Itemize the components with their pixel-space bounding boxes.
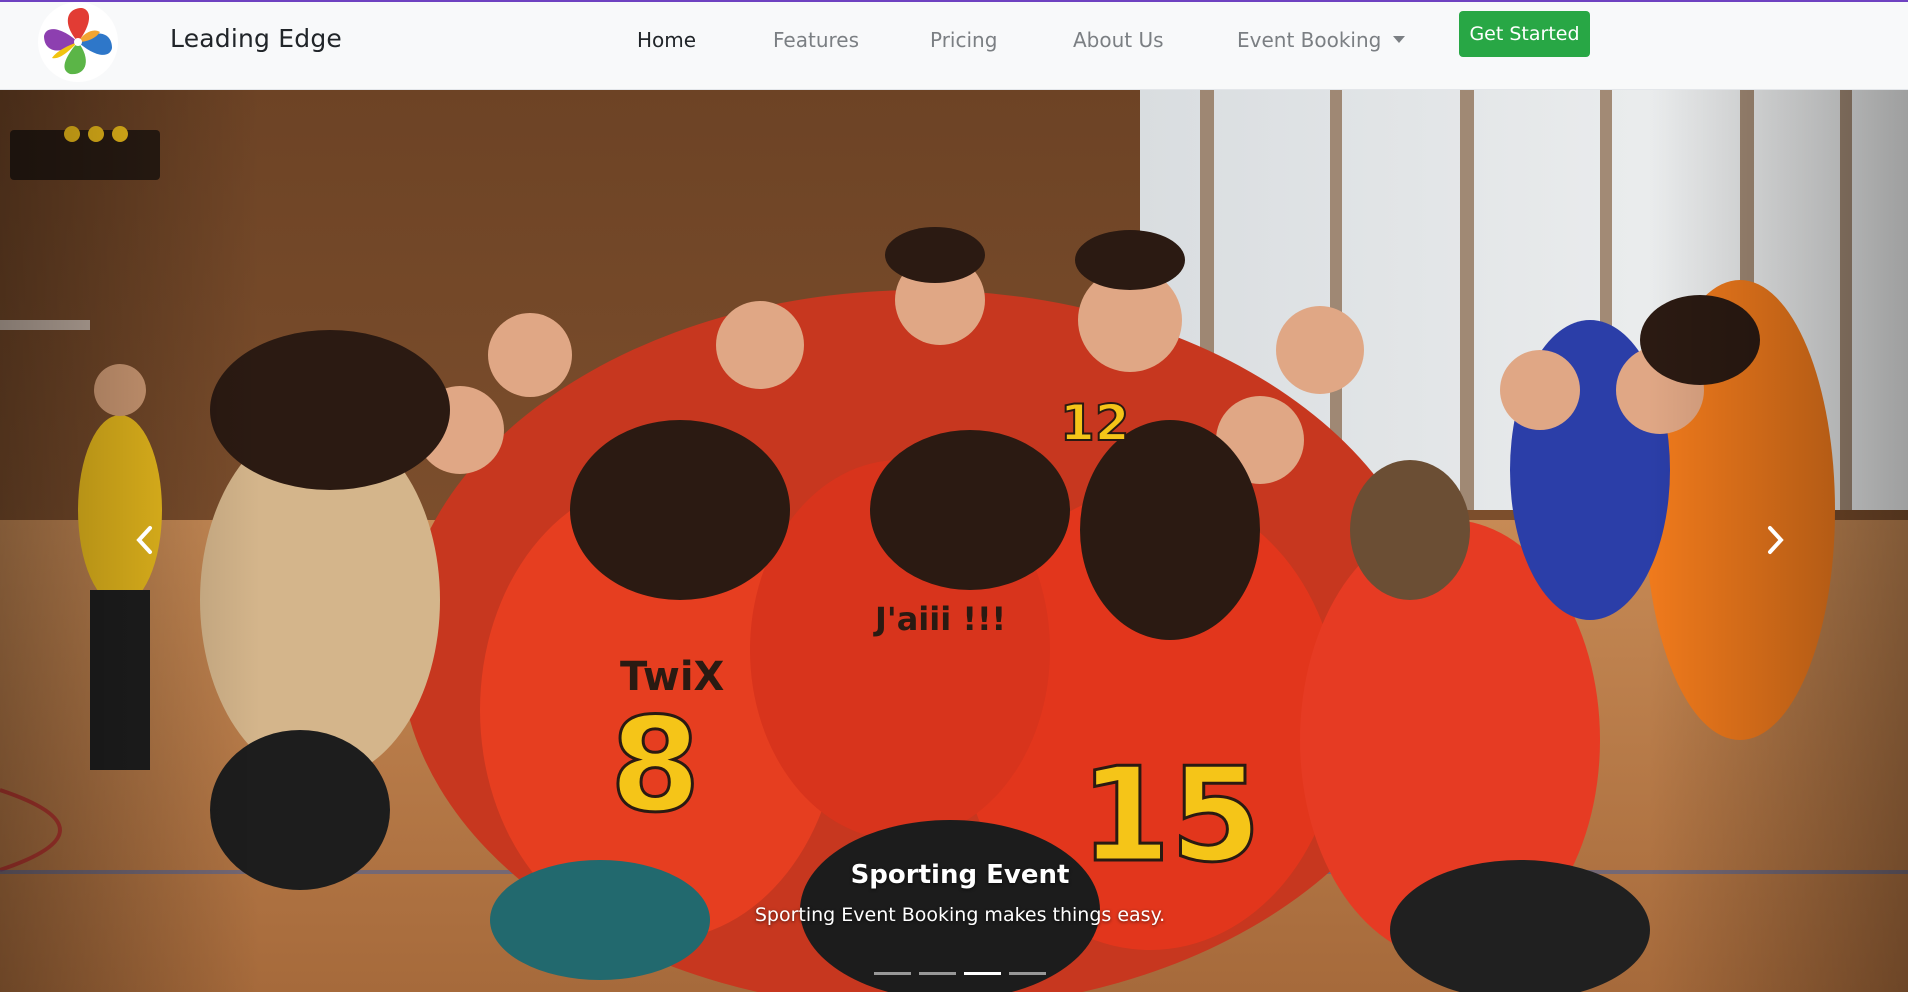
slide-text: Sporting Event Booking makes things easy… <box>754 904 1166 926</box>
nav-event-booking-dropdown[interactable]: Event Booking <box>1237 28 1406 52</box>
chevron-right-icon <box>1768 526 1784 554</box>
chevron-left-icon <box>136 526 152 554</box>
svg-text:8: 8 <box>610 689 700 841</box>
carousel-indicator-2[interactable] <box>919 972 956 975</box>
carousel-prev-button[interactable] <box>115 490 175 590</box>
carousel-indicators <box>874 972 1046 978</box>
svg-text:J'aiii !!!: J'aiii !!! <box>873 600 1006 638</box>
svg-text:12: 12 <box>1060 394 1130 452</box>
get-started-button[interactable]: Get Started <box>1459 11 1590 57</box>
slide-caption: Sporting Event Sporting Event Booking ma… <box>0 860 1908 926</box>
pinwheel-logo-icon[interactable] <box>22 2 134 82</box>
hero-carousel: TwiX 8 15 12 J'aiii !!! Sporting Event S… <box>0 90 1908 992</box>
carousel-indicator-1[interactable] <box>874 972 911 975</box>
slide-image-team-celebration: TwiX 8 15 12 J'aiii !!! <box>0 90 1908 992</box>
nav-event-booking-label: Event Booking <box>1237 28 1382 52</box>
nav-home-link[interactable]: Home <box>637 28 696 52</box>
brand-name[interactable]: Leading Edge <box>170 24 342 53</box>
nav-pricing-link[interactable]: Pricing <box>930 28 997 52</box>
navbar: Leading Edge Home Features Pricing About… <box>0 2 1908 90</box>
carousel-indicator-4[interactable] <box>1009 972 1046 975</box>
carousel-next-button[interactable] <box>1745 490 1805 590</box>
nav-features-link[interactable]: Features <box>773 28 859 52</box>
carousel-indicator-3[interactable] <box>964 972 1001 975</box>
slide-title: Sporting Event <box>850 860 1070 890</box>
caret-down-icon <box>1393 36 1406 43</box>
nav-about-link[interactable]: About Us <box>1073 28 1164 52</box>
